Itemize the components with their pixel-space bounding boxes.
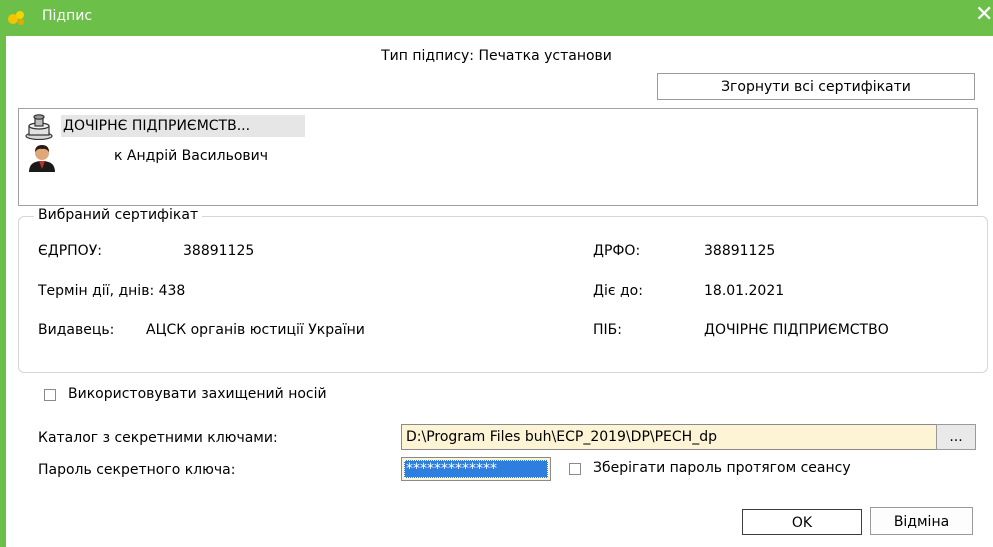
selected-certificate-title: Вибраний сертифікат	[34, 207, 203, 223]
edrpou-value: 38891125	[183, 243, 255, 259]
person-icon	[29, 145, 55, 172]
title-bar	[0, 0, 993, 36]
close-icon[interactable]: ✕	[975, 4, 993, 26]
password-label: Пароль секретного ключа:	[38, 462, 236, 478]
ok-button[interactable]: OK	[742, 509, 862, 535]
use-secure-media-checkbox[interactable]	[44, 389, 56, 401]
issuer-label: Видавець:	[38, 322, 115, 338]
signature-type-label: Тип підпису: Печатка установи	[381, 48, 612, 64]
tree-item-organization[interactable]: ДОЧІРНЄ ПІДПРИЄМСТВ...	[61, 115, 305, 137]
name-value: ДОЧІРНЄ ПІДПРИЄМСТВО	[704, 322, 889, 338]
name-label: ПІБ:	[593, 322, 622, 338]
use-secure-media-label[interactable]: Використовувати захищений носій	[68, 386, 327, 402]
validity-days: Термін дії, днів: 438	[38, 283, 186, 299]
browse-button[interactable]: ...	[936, 424, 976, 450]
valid-until-value: 18.01.2021	[704, 283, 785, 299]
save-password-label[interactable]: Зберігати пароль протягом сеансу	[593, 460, 851, 476]
edrpou-label: ЄДРПОУ:	[38, 243, 102, 259]
valid-until-label: Діє до:	[593, 283, 643, 299]
drfo-value: 38891125	[704, 243, 776, 259]
cancel-button[interactable]: Відміна	[870, 507, 973, 535]
issuer-value: АЦСК органів юстиції України	[146, 322, 365, 338]
window-title: Підпис	[42, 8, 93, 24]
password-masked-value: *************	[404, 460, 548, 478]
keys-directory-label: Каталог з секретними ключами:	[38, 430, 278, 446]
password-input[interactable]: *************	[401, 457, 551, 481]
drfo-label: ДРФО:	[593, 243, 641, 259]
keys-directory-input[interactable]: D:\Program Files buh\ECP_2019\DP\PECH_dp	[401, 424, 937, 450]
collapse-all-certificates-button[interactable]: Згорнути всі сертифікати	[657, 73, 975, 100]
app-logo-icon	[8, 11, 24, 25]
window-border	[0, 36, 6, 547]
save-password-checkbox[interactable]	[569, 463, 581, 475]
tree-item-person[interactable]: к Андрій Васильович	[62, 148, 268, 164]
seal-stamp-icon	[25, 114, 53, 140]
tree-item-person-label: к Андрій Васильович	[114, 148, 269, 164]
